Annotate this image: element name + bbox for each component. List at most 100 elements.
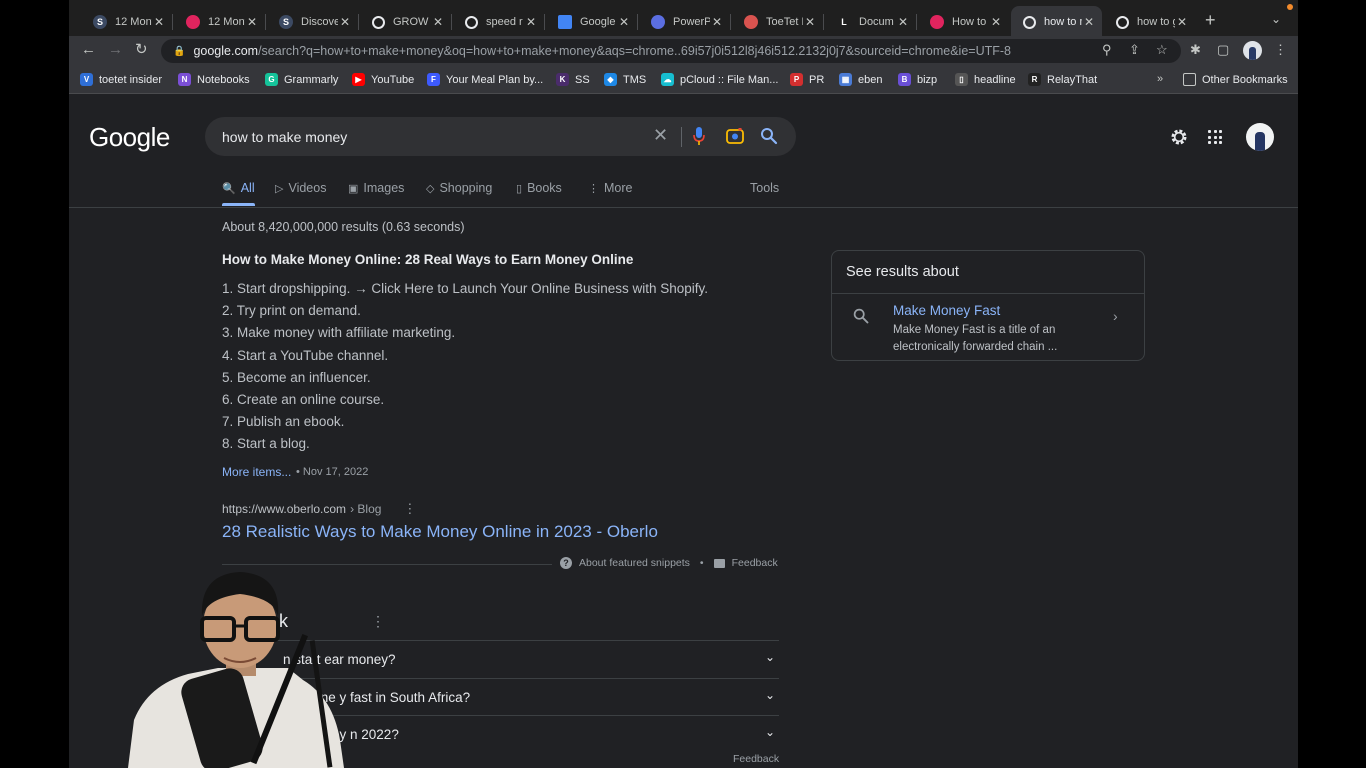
profile-avatar[interactable] — [1243, 41, 1262, 60]
bookmark-item[interactable]: Vtoetet insider — [80, 73, 162, 86]
lock-icon[interactable]: 🔒 — [173, 46, 185, 57]
bookmark-item[interactable]: K SS — [556, 73, 590, 86]
search-icon: 🔍 — [222, 182, 236, 195]
browser-tab[interactable]: PowerP ✕ — [639, 6, 730, 38]
bookmark-item[interactable]: ▦ eben — [839, 73, 882, 86]
chevron-right-icon[interactable]: › — [1113, 308, 1118, 324]
account-avatar[interactable] — [1246, 123, 1274, 151]
tab-close-icon[interactable]: ✕ — [617, 15, 631, 29]
tab-title: Google — [580, 16, 616, 28]
chevron-down-icon[interactable]: ⌄ — [765, 688, 775, 702]
tab-more[interactable]: ⋮ More — [588, 181, 632, 195]
tab-close-icon[interactable]: ✕ — [338, 15, 352, 29]
new-tab-button[interactable]: + — [1205, 10, 1216, 31]
chevron-down-icon[interactable]: ⌄ — [765, 725, 775, 739]
tab-search-chevron-icon[interactable]: ⌄ — [1271, 12, 1281, 26]
forward-arrow-icon[interactable]: → — [108, 41, 123, 58]
bookmarks-overflow-icon[interactable]: » — [1157, 73, 1163, 85]
browser-tab[interactable]: ToeTet D✕ — [732, 6, 823, 38]
bookmark-item[interactable]: G Grammarly — [265, 73, 338, 86]
help-icon: ? — [560, 557, 572, 569]
about-featured-snippets-link[interactable]: About featured snippets — [579, 557, 690, 569]
tab-title: how to g — [1137, 16, 1175, 28]
see-results-about-title: See results about — [846, 264, 959, 280]
extensions-puzzle-icon[interactable]: ✱ — [1190, 42, 1201, 58]
bookmark-item[interactable]: ▶ YouTube — [352, 73, 414, 86]
search-icon[interactable] — [760, 127, 778, 150]
share-icon[interactable]: ⇪ — [1129, 42, 1140, 58]
search-icon — [853, 308, 869, 329]
browser-tab[interactable]: 12 Mont ✕ — [174, 6, 265, 38]
tab-close-icon[interactable]: ✕ — [1175, 15, 1189, 29]
bookmark-item[interactable]: ◆ TMS — [604, 73, 646, 86]
address-bar[interactable]: 🔒 google.com /search?q=how+to+make+money… — [161, 39, 1181, 63]
tab-close-icon[interactable]: ✕ — [524, 15, 538, 29]
tab-books[interactable]: ▯ Books — [516, 181, 562, 195]
reload-icon[interactable]: ↻ — [135, 40, 148, 58]
chevron-down-icon[interactable]: ⌄ — [765, 650, 775, 664]
tab-close-icon[interactable]: ✕ — [989, 15, 1003, 29]
back-arrow-icon[interactable]: ← — [81, 41, 96, 58]
settings-gear-icon[interactable] — [1169, 127, 1189, 152]
microphone-icon[interactable] — [693, 127, 705, 150]
bookmark-item[interactable]: F Your Meal Plan by... — [427, 73, 543, 86]
google-apps-icon[interactable] — [1208, 130, 1222, 144]
search-box[interactable]: how to make money ✕ — [205, 117, 796, 156]
snippet-feedback-link[interactable]: Feedback — [732, 557, 778, 569]
tab-close-icon[interactable]: ✕ — [245, 15, 259, 29]
browser-tab[interactable]: how to g ✕ — [1104, 6, 1195, 38]
google-logo[interactable]: Google — [89, 122, 170, 153]
result-cite[interactable]: https://www.oberlo.com › Blog ⋮ — [222, 501, 416, 517]
bookmark-item[interactable]: Bbizp — [898, 73, 937, 86]
result-menu-icon[interactable]: ⋮ — [403, 501, 416, 517]
side-panel-icon[interactable]: ▢ — [1217, 42, 1229, 58]
bookmark-label: Notebooks — [197, 73, 250, 86]
paa-feedback-link[interactable]: Feedback — [733, 753, 779, 765]
bookmark-icon: ☁ — [661, 73, 674, 86]
more-items-link[interactable]: More items... — [222, 465, 291, 479]
tab-close-icon[interactable]: ✕ — [152, 15, 166, 29]
tab-videos[interactable]: ▷ Videos — [275, 181, 326, 195]
search-input[interactable]: how to make money — [222, 129, 347, 145]
browser-tab[interactable]: Google ✕ — [546, 6, 637, 38]
lens-camera-icon[interactable] — [726, 127, 744, 150]
browser-tab[interactable]: speed r ✕ — [453, 6, 544, 38]
tab-close-icon[interactable]: ✕ — [710, 15, 724, 29]
result-title-link[interactable]: 28 Realistic Ways to Make Money Online i… — [222, 522, 658, 542]
clear-icon[interactable]: ✕ — [653, 125, 668, 146]
location-icon[interactable]: ⚲ — [1102, 42, 1112, 58]
browser-tab[interactable]: S 12 Mont ✕ — [81, 6, 172, 38]
tab-all[interactable]: 🔍 All — [222, 181, 255, 195]
paa-menu-icon[interactable]: ⋮ — [371, 613, 385, 630]
tab-close-icon[interactable]: ✕ — [803, 15, 817, 29]
browser-tab[interactable]: How to ✕ — [918, 6, 1009, 38]
list-item: 6. Create an online course. — [222, 391, 385, 407]
bookmark-item[interactable]: P PR — [790, 73, 824, 86]
bookmark-item[interactable]: ▯ headline — [955, 73, 1016, 86]
tab-close-icon[interactable]: ✕ — [1082, 15, 1096, 29]
list-item: 4. Start a YouTube channel. — [222, 347, 389, 363]
browser-tab[interactable]: L Docum ✕ — [825, 6, 916, 38]
bookmark-star-icon[interactable]: ☆ — [1156, 42, 1168, 58]
other-bookmarks[interactable]: Other Bookmarks — [1183, 73, 1288, 86]
tab-separator — [172, 14, 173, 30]
browser-tab[interactable]: GROW ✕ — [360, 6, 451, 38]
tab-images[interactable]: ▣ Images — [348, 181, 404, 195]
tab-shopping[interactable]: ◇ Shopping — [426, 181, 492, 195]
tab-close-icon[interactable]: ✕ — [431, 15, 445, 29]
browser-tab[interactable]: how to m✕ — [1011, 6, 1102, 38]
tab-separator — [544, 14, 545, 30]
tabs-divider — [69, 207, 1298, 208]
bookmark-item[interactable]: R RelayThat — [1028, 73, 1097, 86]
bookmark-item[interactable]: ☁ pCloud :: File Man... — [661, 73, 778, 86]
tab-close-icon[interactable]: ✕ — [896, 15, 910, 29]
other-bookmarks-label: Other Bookmarks — [1202, 73, 1288, 86]
make-money-fast-link[interactable]: Make Money Fast — [893, 303, 1000, 318]
browser-tab[interactable]: S Discove ✕ — [267, 6, 358, 38]
bookmark-item[interactable]: N Notebooks — [178, 73, 250, 86]
tab-label: Videos — [288, 181, 327, 195]
video-icon: ▷ — [275, 182, 284, 195]
browser-menu-icon[interactable]: ⋮ — [1274, 42, 1287, 58]
tab-title: PowerP — [673, 16, 710, 28]
tools-button[interactable]: Tools — [750, 181, 779, 195]
